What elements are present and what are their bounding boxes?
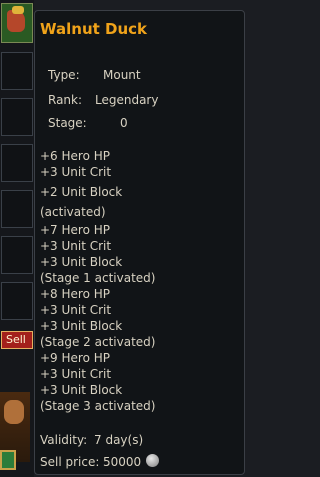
stage-value: 0 (120, 116, 128, 130)
left-inventory-strip: Sell (0, 0, 34, 477)
mount-avatar-icon[interactable] (1, 3, 33, 43)
item-title: Walnut Duck (40, 20, 148, 38)
stat-line: +3 Unit Block (40, 319, 123, 333)
inventory-slot[interactable] (1, 236, 33, 274)
inventory-slot[interactable] (1, 144, 33, 182)
stat-line: (Stage 2 activated) (40, 335, 156, 349)
stat-line: +6 Hero HP (40, 149, 110, 163)
validity-label: Validity: (40, 433, 88, 447)
inventory-slot[interactable] (1, 190, 33, 228)
stat-line: +3 Unit Crit (40, 303, 112, 317)
sell-price-value: 50000 (103, 455, 142, 469)
stat-line: (Stage 1 activated) (40, 271, 156, 285)
validity-value: 7 day(s) (94, 433, 144, 447)
ornament-gem-icon (0, 450, 16, 470)
stat-line: +8 Hero HP (40, 287, 110, 301)
inventory-slot[interactable] (1, 98, 33, 136)
stat-line: +3 Unit Crit (40, 165, 112, 179)
stat-line: (Stage 3 activated) (40, 399, 156, 413)
sell-button[interactable]: Sell (1, 331, 33, 349)
rank-value: Legendary (95, 93, 159, 107)
stat-line: +3 Unit Block (40, 383, 123, 397)
silver-coin-icon (146, 454, 159, 467)
sell-price-label: Sell price: (40, 455, 100, 469)
stat-line: +3 Unit Block (40, 255, 123, 269)
type-value: Mount (103, 68, 141, 82)
stat-line: +2 Unit Block (40, 185, 123, 199)
stat-line: +9 Hero HP (40, 351, 110, 365)
stat-line: (activated) (40, 205, 106, 219)
rank-label: Rank: (48, 93, 83, 107)
inventory-slot[interactable] (1, 282, 33, 320)
stat-line: +7 Hero HP (40, 223, 110, 237)
type-label: Type: (48, 68, 80, 82)
stage-label: Stage: (48, 116, 87, 130)
stat-line: +3 Unit Crit (40, 367, 112, 381)
inventory-slot[interactable] (1, 52, 33, 90)
stat-line: +3 Unit Crit (40, 239, 112, 253)
